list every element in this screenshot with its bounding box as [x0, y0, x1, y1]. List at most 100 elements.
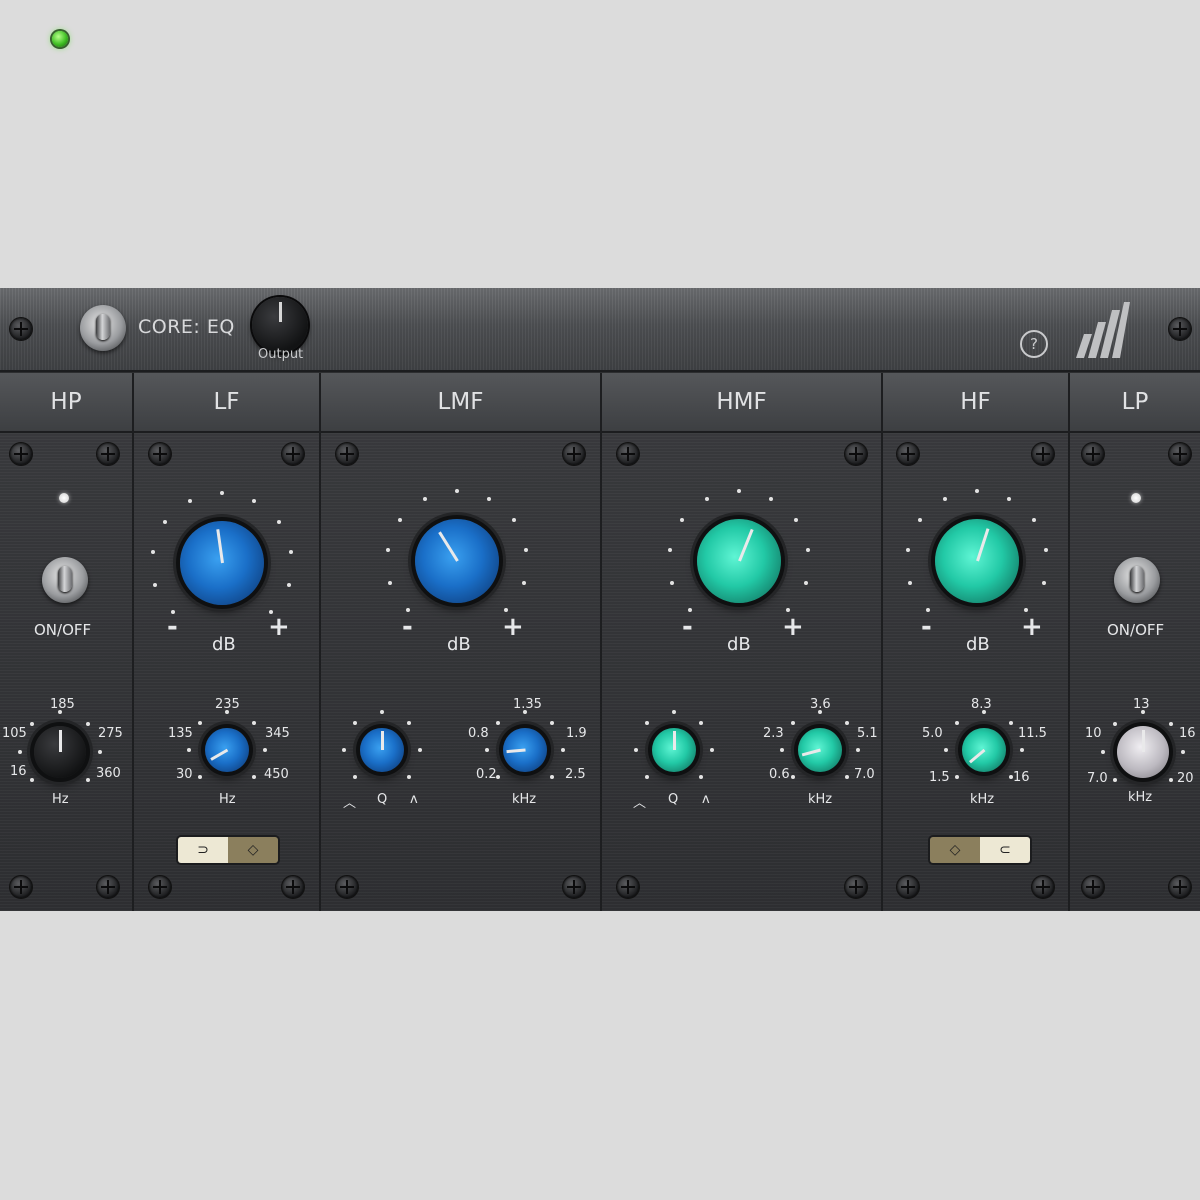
- scale-tick: [423, 496, 428, 501]
- scale-tick: [818, 710, 822, 714]
- plus-label: +: [502, 612, 524, 642]
- scale-label: 275: [98, 726, 123, 741]
- screw-icon: [149, 443, 171, 465]
- unit-label: kHz: [808, 792, 833, 807]
- lmf-freq-knob[interactable]: [503, 728, 547, 772]
- scale-tick: [955, 774, 960, 779]
- power-toggle[interactable]: [80, 305, 126, 351]
- gain-unit-label: dB: [727, 634, 751, 655]
- scale-tick: [29, 721, 34, 726]
- hp-onoff-label: ON/OFF: [34, 621, 92, 639]
- scale-tick: [645, 774, 650, 779]
- screw-icon: [1169, 876, 1191, 898]
- scale-tick: [353, 774, 358, 779]
- scale-tick: [791, 774, 796, 779]
- scale-tick: [698, 774, 703, 779]
- scale-label: 16: [1179, 726, 1196, 741]
- scale-label: 5.0: [922, 726, 943, 741]
- screw-icon: [563, 876, 585, 898]
- scale-label: 0.6: [769, 767, 790, 782]
- bell-icon[interactable]: ◇: [930, 837, 980, 863]
- scale-tick: [1041, 580, 1046, 585]
- scale-tick: [561, 748, 565, 752]
- scale-label: 2.5: [565, 767, 586, 782]
- scale-label: 0.8: [468, 726, 489, 741]
- scale-label: 0.2: [476, 767, 497, 782]
- hmf-gain-knob[interactable]: [697, 519, 781, 603]
- hp-onoff-toggle[interactable]: [42, 557, 88, 603]
- lf-shape-switch[interactable]: ⊃ ◇: [178, 837, 278, 863]
- q-label: Q: [668, 792, 679, 807]
- scale-tick: [485, 748, 489, 752]
- hp-freq-knob[interactable]: [34, 726, 86, 778]
- screw-icon: [1032, 876, 1054, 898]
- help-icon[interactable]: ?: [1020, 330, 1048, 358]
- shelf-icon[interactable]: ⊃: [178, 837, 228, 863]
- scale-label: 7.0: [1087, 771, 1108, 786]
- hf-freq-knob[interactable]: [962, 728, 1006, 772]
- lf-gain-knob[interactable]: [180, 521, 264, 605]
- scale-tick: [982, 710, 986, 714]
- scale-tick: [342, 748, 346, 752]
- scale-tick: [58, 710, 62, 714]
- scale-tick: [793, 517, 798, 522]
- plugin-title: CORE: EQ: [138, 316, 235, 338]
- scale-label: 8.3: [971, 697, 992, 712]
- hf-shape-switch[interactable]: ◇ ⊂: [930, 837, 1030, 863]
- scale-tick: [549, 721, 554, 726]
- section-label: LF: [134, 373, 319, 433]
- output-knob[interactable]: [252, 297, 308, 353]
- scale-label: 345: [265, 726, 290, 741]
- scale-label: 2.3: [763, 726, 784, 741]
- scale-label: 16: [1013, 770, 1030, 785]
- scale-label: 1.35: [513, 697, 542, 712]
- scale-tick: [1006, 496, 1011, 501]
- plus-label: +: [1021, 612, 1043, 642]
- unit-label: Hz: [219, 792, 236, 807]
- scale-tick: [905, 548, 910, 553]
- scale-tick: [385, 548, 390, 553]
- power-led: [52, 31, 68, 47]
- lf-freq-knob[interactable]: [205, 728, 249, 772]
- scale-tick: [406, 721, 411, 726]
- lmf-gain-knob[interactable]: [415, 519, 499, 603]
- scale-tick: [1112, 721, 1117, 726]
- scale-tick: [187, 748, 191, 752]
- section-label: HP: [0, 373, 132, 433]
- q-label: Q: [377, 792, 388, 807]
- scale-tick: [856, 748, 860, 752]
- scale-tick: [521, 580, 526, 585]
- scale-tick: [844, 774, 849, 779]
- section-label: HF: [883, 373, 1068, 433]
- scale-label: 5.1: [857, 726, 878, 741]
- scale-label: 1.9: [566, 726, 587, 741]
- plus-label: +: [268, 612, 290, 642]
- scale-tick: [220, 491, 224, 495]
- scale-tick: [86, 721, 91, 726]
- scale-label: 30: [176, 767, 193, 782]
- screw-icon: [282, 443, 304, 465]
- screw-icon: [282, 876, 304, 898]
- hf-gain-knob[interactable]: [935, 519, 1019, 603]
- unit-label: Hz: [52, 792, 69, 807]
- section-label: LMF: [321, 373, 600, 433]
- hmf-q-knob[interactable]: [652, 728, 696, 772]
- screw-icon: [1082, 443, 1104, 465]
- screw-icon: [10, 318, 32, 340]
- scale-label: 11.5: [1018, 726, 1047, 741]
- lp-onoff-toggle[interactable]: [1114, 557, 1160, 603]
- lp-freq-knob[interactable]: [1117, 726, 1169, 778]
- lmf-q-knob[interactable]: [360, 728, 404, 772]
- screw-icon: [617, 876, 639, 898]
- hmf-freq-knob[interactable]: [798, 728, 842, 772]
- scale-tick: [710, 748, 714, 752]
- screw-icon: [336, 876, 358, 898]
- scale-label: 20: [1177, 771, 1194, 786]
- screw-icon: [563, 443, 585, 465]
- screw-icon: [97, 876, 119, 898]
- bell-icon[interactable]: ◇: [228, 837, 278, 863]
- section-label: LP: [1070, 373, 1200, 433]
- shelf-icon[interactable]: ⊂: [980, 837, 1030, 863]
- scale-tick: [455, 489, 459, 493]
- scale-tick: [667, 548, 672, 553]
